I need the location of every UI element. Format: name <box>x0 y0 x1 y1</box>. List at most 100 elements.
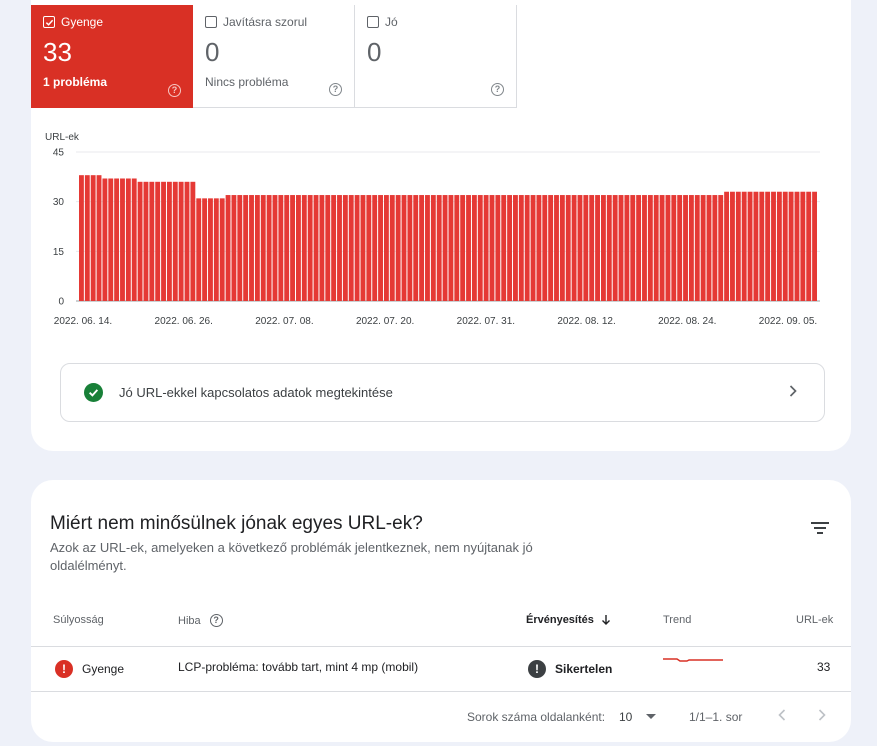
bar <box>120 178 125 301</box>
col-validation[interactable]: Érvényesítés <box>526 614 611 626</box>
bar <box>647 195 653 301</box>
bar <box>466 195 471 301</box>
tile-needs-improvement[interactable]: Javításra szorul 0 Nincs probléma ? <box>193 5 355 108</box>
bar <box>812 191 817 301</box>
chevron-left-icon[interactable] <box>777 708 791 722</box>
bar <box>483 195 489 301</box>
good-urls-link[interactable]: Jó URL-ekkel kapcsolatos adatok megtekin… <box>60 363 825 422</box>
chevron-right-icon[interactable] <box>817 708 831 722</box>
row-divider <box>31 691 851 692</box>
bar <box>219 198 225 301</box>
bar <box>413 195 419 301</box>
bar <box>630 195 636 301</box>
bar <box>389 195 395 301</box>
tile-poor-sub: 1 probléma <box>43 75 108 89</box>
url-bar-chart: URL-ek 45 30 15 0 2022. 06. 14. 2022. 06. 26. 2… <box>45 132 820 327</box>
col-issue-label: Hiba <box>178 614 201 627</box>
bar <box>489 195 495 301</box>
bar <box>102 178 108 301</box>
y-tick-label: 30 <box>53 197 65 208</box>
error-icon: ! <box>55 660 73 678</box>
bar <box>507 195 513 301</box>
bar <box>536 195 542 301</box>
bar <box>366 195 372 301</box>
bar <box>407 195 413 301</box>
bar <box>683 195 688 301</box>
y-tick-label: 0 <box>58 297 64 308</box>
col-severity[interactable]: Súlyosság <box>53 614 104 626</box>
bar <box>518 195 524 301</box>
bar <box>565 195 571 301</box>
bar <box>284 195 290 301</box>
tile-ni-count: 0 <box>205 37 220 67</box>
bar <box>776 191 782 301</box>
bar <box>96 175 102 301</box>
x-tick-label: 2022. 06. 26. <box>155 316 213 327</box>
bar <box>301 195 307 301</box>
y-tick-label: 15 <box>53 247 65 258</box>
checkbox-icon[interactable] <box>205 16 217 28</box>
bar <box>788 191 794 301</box>
y-axis-label: URL-ek <box>45 132 80 143</box>
issues-title: Miért nem minősülnek jónak egyes URL-ek? <box>50 513 423 534</box>
bar <box>337 195 342 301</box>
filter-icon[interactable] <box>811 521 829 540</box>
rows-per-page-select[interactable]: 10 <box>619 710 657 724</box>
col-issue[interactable]: Hiba ? <box>178 614 223 627</box>
rows-per-page-value: 10 <box>619 710 633 724</box>
bar <box>688 195 694 301</box>
row-issue[interactable]: LCP-probléma: tovább tart, mint 4 mp (mo… <box>178 660 418 674</box>
x-tick-label: 2022. 09. 05. <box>759 316 817 327</box>
help-icon[interactable]: ? <box>209 614 223 627</box>
bar <box>378 195 383 301</box>
bar <box>612 195 618 301</box>
bar <box>624 195 630 301</box>
checkbox-checked-icon[interactable] <box>43 16 55 28</box>
help-icon[interactable]: ? <box>491 83 504 96</box>
check-circle-icon <box>84 383 103 402</box>
bar <box>243 195 249 301</box>
x-tick-label: 2022. 07. 08. <box>255 316 313 327</box>
bar <box>448 195 454 301</box>
x-tick-label: 2022. 07. 20. <box>356 316 414 327</box>
col-validation-label: Érvényesítés <box>526 614 594 626</box>
bar <box>131 178 137 301</box>
x-tick-label: 2022. 08. 12. <box>557 316 615 327</box>
help-icon[interactable]: ? <box>168 84 181 97</box>
tile-good[interactable]: Jó 0 ? <box>355 5 517 108</box>
validation-failed-icon: ! <box>528 660 546 678</box>
bar <box>642 195 647 301</box>
bar <box>225 195 231 301</box>
bar <box>296 195 301 301</box>
trend-sparkline <box>663 658 723 662</box>
bar <box>571 195 577 301</box>
x-tick-label: 2022. 07. 31. <box>457 316 515 327</box>
bar <box>290 195 296 301</box>
bar <box>108 178 114 301</box>
row-severity-label: Gyenge <box>82 662 125 676</box>
bar <box>137 181 143 301</box>
bar <box>190 181 196 301</box>
bar <box>149 181 155 301</box>
bar <box>794 191 800 301</box>
bar <box>325 195 331 301</box>
checkbox-icon[interactable] <box>367 16 379 28</box>
bar <box>202 198 208 301</box>
help-icon[interactable]: ? <box>329 83 342 96</box>
tile-poor[interactable]: Gyenge 33 1 probléma ? <box>31 5 193 108</box>
bar <box>800 191 806 301</box>
bar <box>577 195 583 301</box>
bar <box>249 195 254 301</box>
bar <box>471 195 477 301</box>
bar <box>513 195 518 301</box>
col-trend: Trend <box>663 614 692 626</box>
tile-poor-count: 33 <box>43 37 72 67</box>
bar <box>348 195 354 301</box>
chevron-right-icon <box>788 384 798 401</box>
bar <box>213 198 219 301</box>
tile-poor-label: Gyenge <box>61 15 104 29</box>
col-urls[interactable]: URL-ek <box>796 614 833 626</box>
bar <box>442 195 448 301</box>
bar <box>677 195 683 301</box>
y-tick-label: 45 <box>53 148 65 159</box>
